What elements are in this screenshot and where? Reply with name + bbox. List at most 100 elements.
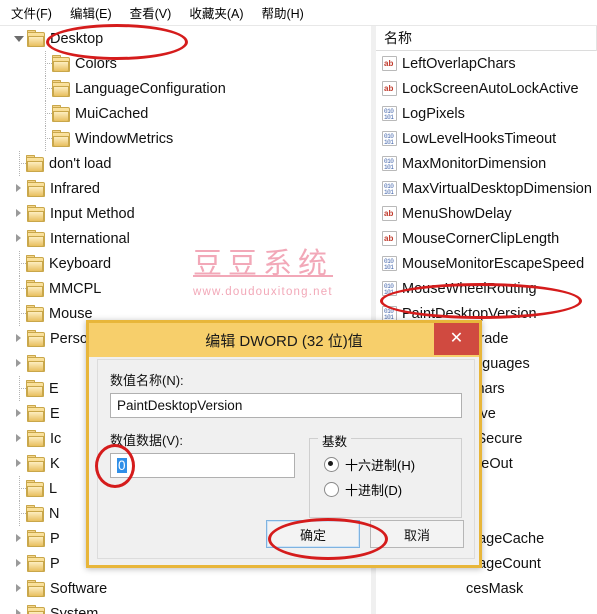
- twisty-collapsed-icon[interactable]: [14, 208, 25, 219]
- list-item[interactable]: ab LockScreenAutoLockActive: [376, 76, 597, 101]
- string-value-icon: ab: [382, 81, 397, 96]
- twisty-collapsed-icon[interactable]: [14, 358, 25, 369]
- dword-value-icon: 010 101: [382, 131, 397, 146]
- twisty-expanded-icon[interactable]: [14, 33, 25, 44]
- value-data-input[interactable]: 0: [110, 453, 295, 478]
- folder-icon: [27, 179, 45, 197]
- list-item[interactable]: ab MouseCornerClipLength: [376, 226, 597, 251]
- tree-item-muicached[interactable]: MuiCached: [0, 101, 371, 126]
- edit-dword-dialog[interactable]: 编辑 DWORD (32 位)值 ✕ 数值名称(N): PaintDesktop…: [86, 320, 482, 568]
- cancel-button[interactable]: 取消: [370, 520, 464, 548]
- folder-icon: [27, 529, 45, 547]
- tree-guide: [40, 126, 52, 151]
- base-radio-group: 基数 十六进制(H) 十进制(D): [309, 431, 462, 518]
- list-item[interactable]: 010 101 MaxVirtualDesktopDimension: [376, 176, 597, 201]
- twisty-collapsed-icon[interactable]: [14, 183, 25, 194]
- radio-hexadecimal[interactable]: 十六进制(H): [324, 455, 461, 474]
- tree-guide: [40, 101, 52, 126]
- dword-value-icon: 010 101: [382, 156, 397, 171]
- menu-file[interactable]: 文件(F): [2, 0, 61, 25]
- radio-decimal[interactable]: 十进制(D): [324, 480, 461, 499]
- list-item-label: LowLevelHooksTimeout: [402, 130, 557, 147]
- tree-item-colors[interactable]: Colors: [0, 51, 371, 76]
- tree-item-label: P: [50, 530, 60, 547]
- string-value-icon: ab: [382, 56, 397, 71]
- tree-item-label: E: [50, 405, 60, 422]
- tree-item-windowmetrics[interactable]: WindowMetrics: [0, 126, 371, 151]
- column-header-name[interactable]: 名称: [376, 26, 597, 51]
- tree-item-label: MMCPL: [49, 280, 102, 297]
- close-icon[interactable]: ✕: [434, 323, 479, 355]
- twisty-collapsed-icon[interactable]: [14, 333, 25, 344]
- tree-item-don-t-load[interactable]: don't load: [0, 151, 371, 176]
- folder-icon: [26, 479, 44, 497]
- tree-item-international[interactable]: International: [0, 226, 371, 251]
- tree-item-system[interactable]: System: [0, 601, 371, 614]
- folder-icon: [27, 404, 45, 422]
- value-name-row: 数值名称(N): PaintDesktopVersion: [110, 370, 462, 418]
- value-data-column: 数值数据(V): 0: [110, 430, 295, 518]
- twisty-collapsed-icon[interactable]: [14, 408, 25, 419]
- list-item[interactable]: 010 101 MouseMonitorEscapeSpeed: [376, 251, 597, 276]
- tree-item-label: E: [49, 380, 59, 397]
- value-data-label: 数值数据(V):: [110, 433, 183, 448]
- dword-value-icon: 010 101: [382, 281, 397, 296]
- tree-item-infrared[interactable]: Infrared: [0, 176, 371, 201]
- twisty-collapsed-icon[interactable]: [14, 558, 25, 569]
- folder-icon: [26, 254, 44, 272]
- folder-icon: [26, 279, 44, 297]
- tree-guide: [14, 376, 26, 401]
- list-item[interactable]: 010 101 LowLevelHooksTimeout: [376, 126, 597, 151]
- list-item-label: LockScreenAutoLockActive: [402, 80, 579, 97]
- tree-item-mmcpl[interactable]: MMCPL: [0, 276, 371, 301]
- list-item[interactable]: ab MenuShowDelay: [376, 201, 597, 226]
- twisty-collapsed-icon[interactable]: [14, 433, 25, 444]
- tree-guide: [14, 251, 26, 276]
- ok-button[interactable]: 确定: [266, 520, 360, 548]
- twisty-collapsed-icon[interactable]: [14, 583, 25, 594]
- menu-favorites[interactable]: 收藏夹(A): [180, 0, 252, 25]
- dialog-title: 编辑 DWORD (32 位)值: [205, 332, 363, 350]
- value-data-row: 数值数据(V): 0 基数 十六进制(H) 十进制(D): [110, 430, 462, 518]
- folder-icon: [26, 154, 44, 172]
- folder-icon: [27, 29, 45, 47]
- tree-item-desktop[interactable]: Desktop: [0, 26, 371, 51]
- tree-item-languageconfiguration[interactable]: LanguageConfiguration: [0, 76, 371, 101]
- menu-help[interactable]: 帮助(H): [252, 0, 312, 25]
- tree-item-label: Desktop: [50, 30, 104, 47]
- list-item-label: MaxMonitorDimension: [402, 155, 547, 172]
- list-item[interactable]: 010 101 LogPixels: [376, 101, 597, 126]
- folder-icon: [27, 579, 45, 597]
- menu-bar: 文件(F) 编辑(E) 查看(V) 收藏夹(A) 帮助(H): [0, 0, 597, 26]
- menu-edit[interactable]: 编辑(E): [61, 0, 121, 25]
- folder-icon: [26, 504, 44, 522]
- tree-item-keyboard[interactable]: Keyboard: [0, 251, 371, 276]
- list-item[interactable]: 010 101 MouseWheelRouting: [376, 276, 597, 301]
- list-item-label: MouseMonitorEscapeSpeed: [402, 255, 585, 272]
- value-name-input[interactable]: PaintDesktopVersion: [110, 393, 462, 418]
- twisty-collapsed-icon[interactable]: [14, 233, 25, 244]
- twisty-collapsed-icon[interactable]: [14, 608, 25, 614]
- tree-guide: [14, 151, 26, 176]
- value-data-text: 0: [117, 458, 127, 473]
- menu-view[interactable]: 查看(V): [121, 0, 181, 25]
- tree-item-input-method[interactable]: Input Method: [0, 201, 371, 226]
- list-column-header[interactable]: 名称: [376, 26, 597, 51]
- list-item[interactable]: cesMask: [376, 576, 597, 601]
- radio-hexadecimal-icon[interactable]: [324, 457, 339, 472]
- tree-item-software[interactable]: Software: [0, 576, 371, 601]
- list-item-label: MouseCornerClipLength: [402, 230, 560, 247]
- list-item[interactable]: ab LeftOverlapChars: [376, 51, 597, 76]
- twisty-collapsed-icon[interactable]: [14, 458, 25, 469]
- twisty-collapsed-icon[interactable]: [14, 533, 25, 544]
- dword-value-icon: 010 101: [382, 306, 397, 321]
- radio-decimal-icon[interactable]: [324, 482, 339, 497]
- list-item-label: MenuShowDelay: [402, 205, 512, 222]
- list-item[interactable]: 010 101 MaxMonitorDimension: [376, 151, 597, 176]
- value-name-label: 数值名称(N):: [110, 373, 184, 388]
- list-item-label: MouseWheelRouting: [402, 280, 537, 297]
- dialog-title-bar[interactable]: 编辑 DWORD (32 位)值 ✕: [89, 323, 479, 357]
- folder-icon: [27, 554, 45, 572]
- tree-guide: [40, 76, 52, 101]
- tree-item-label: Ic: [50, 430, 62, 447]
